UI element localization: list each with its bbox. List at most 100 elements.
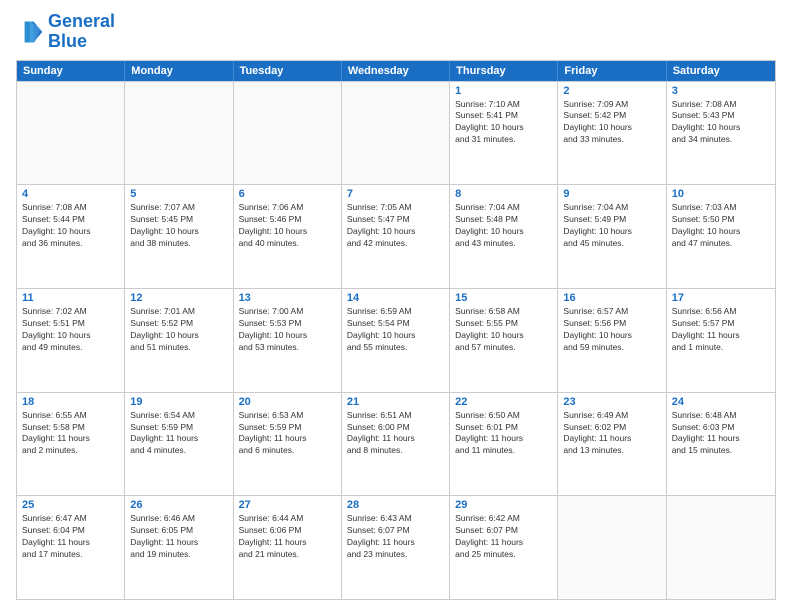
calendar-cell-empty xyxy=(667,496,775,599)
day-number: 28 xyxy=(347,499,444,511)
cell-info: Sunrise: 6:44 AMSunset: 6:06 PMDaylight:… xyxy=(239,513,336,561)
day-number: 3 xyxy=(672,85,770,97)
day-number: 12 xyxy=(130,292,227,304)
weekday-header-thursday: Thursday xyxy=(450,61,558,81)
calendar-cell-empty xyxy=(125,82,233,185)
day-number: 27 xyxy=(239,499,336,511)
day-number: 29 xyxy=(455,499,552,511)
calendar-cell-29: 29Sunrise: 6:42 AMSunset: 6:07 PMDayligh… xyxy=(450,496,558,599)
cell-info: Sunrise: 7:10 AMSunset: 5:41 PMDaylight:… xyxy=(455,99,552,147)
cell-info: Sunrise: 6:49 AMSunset: 6:02 PMDaylight:… xyxy=(563,410,660,458)
calendar-cell-25: 25 Sunrise: 6:47 AMSunset: 6:04 PMDayligh… xyxy=(17,496,125,599)
calendar-cell-5: 5 Sunrise: 7:07 AMSunset: 5:45 PMDaylight… xyxy=(125,185,233,288)
day-number: 10 xyxy=(672,188,770,200)
weekday-header-tuesday: Tuesday xyxy=(234,61,342,81)
day-number: 2 xyxy=(563,85,660,97)
cell-info: Sunrise: 7:09 AMSunset: 5:42 PMDaylight:… xyxy=(563,99,660,147)
calendar-header: SundayMondayTuesdayWednesdayThursdayFrid… xyxy=(17,61,775,81)
logo: General Blue xyxy=(16,12,115,52)
calendar-cell-12: 12 Sunrise: 7:01 AMSunset: 5:52 PMDayligh… xyxy=(125,289,233,392)
day-number: 23 xyxy=(563,396,660,408)
day-number: 14 xyxy=(347,292,444,304)
weekday-header-monday: Monday xyxy=(125,61,233,81)
weekday-header-sunday: Sunday xyxy=(17,61,125,81)
calendar-row-5: 25 Sunrise: 6:47 AMSunset: 6:04 PMDayligh… xyxy=(17,495,775,599)
cell-info: Sunrise: 6:58 AMSunset: 5:55 PMDaylight:… xyxy=(455,306,552,354)
day-number: 21 xyxy=(347,396,444,408)
calendar-cell-20: 20Sunrise: 6:53 AMSunset: 5:59 PMDayligh… xyxy=(234,393,342,496)
calendar-cell-22: 22 Sunrise: 6:50 AMSunset: 6:01 PMDayligh… xyxy=(450,393,558,496)
calendar-cell-10: 10 Sunrise: 7:03 AMSunset: 5:50 PMDayligh… xyxy=(667,185,775,288)
cell-info: Sunrise: 6:46 AMSunset: 6:05 PMDaylight:… xyxy=(130,513,227,561)
day-number: 5 xyxy=(130,188,227,200)
cell-info: Sunrise: 7:08 AMSunset: 5:44 PMDaylight:… xyxy=(22,202,119,250)
calendar-cell-24: 24Sunrise: 6:48 AMSunset: 6:03 PMDayligh… xyxy=(667,393,775,496)
calendar-body: 1 Sunrise: 7:10 AMSunset: 5:41 PMDaylight… xyxy=(17,81,775,599)
day-number: 13 xyxy=(239,292,336,304)
calendar-cell-empty xyxy=(558,496,666,599)
cell-info: Sunrise: 7:03 AMSunset: 5:50 PMDaylight:… xyxy=(672,202,770,250)
weekday-header-friday: Friday xyxy=(558,61,666,81)
page: General Blue SundayMondayTuesdayWednesda… xyxy=(0,0,792,612)
calendar-cell-3: 3Sunrise: 7:08 AMSunset: 5:43 PMDaylight… xyxy=(667,82,775,185)
calendar-cell-empty xyxy=(234,82,342,185)
cell-info: Sunrise: 7:04 AMSunset: 5:48 PMDaylight:… xyxy=(455,202,552,250)
cell-info: Sunrise: 7:00 AMSunset: 5:53 PMDaylight:… xyxy=(239,306,336,354)
day-number: 15 xyxy=(455,292,552,304)
day-number: 26 xyxy=(130,499,227,511)
cell-info: Sunrise: 7:07 AMSunset: 5:45 PMDaylight:… xyxy=(130,202,227,250)
weekday-header-wednesday: Wednesday xyxy=(342,61,450,81)
calendar-row-4: 18 Sunrise: 6:55 AMSunset: 5:58 PMDayligh… xyxy=(17,392,775,496)
logo-text: General Blue xyxy=(48,12,115,52)
cell-info: Sunrise: 6:59 AMSunset: 5:54 PMDaylight:… xyxy=(347,306,444,354)
cell-info: Sunrise: 6:47 AMSunset: 6:04 PMDaylight:… xyxy=(22,513,119,561)
cell-info: Sunrise: 6:57 AMSunset: 5:56 PMDaylight:… xyxy=(563,306,660,354)
cell-info: Sunrise: 7:05 AMSunset: 5:47 PMDaylight:… xyxy=(347,202,444,250)
calendar-cell-empty xyxy=(17,82,125,185)
day-number: 19 xyxy=(130,396,227,408)
cell-info: Sunrise: 7:01 AMSunset: 5:52 PMDaylight:… xyxy=(130,306,227,354)
calendar-cell-empty xyxy=(342,82,450,185)
logo-icon xyxy=(16,18,44,46)
calendar-cell-1: 1 Sunrise: 7:10 AMSunset: 5:41 PMDaylight… xyxy=(450,82,558,185)
cell-info: Sunrise: 6:48 AMSunset: 6:03 PMDaylight:… xyxy=(672,410,770,458)
calendar-row-3: 11Sunrise: 7:02 AMSunset: 5:51 PMDayligh… xyxy=(17,288,775,392)
calendar-row-1: 1 Sunrise: 7:10 AMSunset: 5:41 PMDaylight… xyxy=(17,81,775,185)
day-number: 17 xyxy=(672,292,770,304)
cell-info: Sunrise: 6:56 AMSunset: 5:57 PMDaylight:… xyxy=(672,306,770,354)
day-number: 20 xyxy=(239,396,336,408)
weekday-header-saturday: Saturday xyxy=(667,61,775,81)
calendar-cell-8: 8Sunrise: 7:04 AMSunset: 5:48 PMDaylight… xyxy=(450,185,558,288)
calendar-cell-16: 16 Sunrise: 6:57 AMSunset: 5:56 PMDayligh… xyxy=(558,289,666,392)
day-number: 9 xyxy=(563,188,660,200)
cell-info: Sunrise: 7:06 AMSunset: 5:46 PMDaylight:… xyxy=(239,202,336,250)
day-number: 25 xyxy=(22,499,119,511)
cell-info: Sunrise: 6:50 AMSunset: 6:01 PMDaylight:… xyxy=(455,410,552,458)
cell-info: Sunrise: 6:51 AMSunset: 6:00 PMDaylight:… xyxy=(347,410,444,458)
day-number: 4 xyxy=(22,188,119,200)
calendar: SundayMondayTuesdayWednesdayThursdayFrid… xyxy=(16,60,776,600)
day-number: 1 xyxy=(455,85,552,97)
cell-info: Sunrise: 6:43 AMSunset: 6:07 PMDaylight:… xyxy=(347,513,444,561)
day-number: 11 xyxy=(22,292,119,304)
calendar-cell-27: 27 Sunrise: 6:44 AMSunset: 6:06 PMDayligh… xyxy=(234,496,342,599)
calendar-cell-28: 28 Sunrise: 6:43 AMSunset: 6:07 PMDayligh… xyxy=(342,496,450,599)
day-number: 22 xyxy=(455,396,552,408)
calendar-cell-11: 11Sunrise: 7:02 AMSunset: 5:51 PMDayligh… xyxy=(17,289,125,392)
cell-info: Sunrise: 6:55 AMSunset: 5:58 PMDaylight:… xyxy=(22,410,119,458)
calendar-cell-6: 6 Sunrise: 7:06 AMSunset: 5:46 PMDaylight… xyxy=(234,185,342,288)
day-number: 6 xyxy=(239,188,336,200)
header: General Blue xyxy=(16,12,776,52)
day-number: 7 xyxy=(347,188,444,200)
calendar-cell-19: 19Sunrise: 6:54 AMSunset: 5:59 PMDayligh… xyxy=(125,393,233,496)
calendar-cell-17: 17 Sunrise: 6:56 AMSunset: 5:57 PMDayligh… xyxy=(667,289,775,392)
calendar-cell-9: 9 Sunrise: 7:04 AMSunset: 5:49 PMDaylight… xyxy=(558,185,666,288)
day-number: 16 xyxy=(563,292,660,304)
day-number: 18 xyxy=(22,396,119,408)
cell-info: Sunrise: 7:04 AMSunset: 5:49 PMDaylight:… xyxy=(563,202,660,250)
calendar-cell-15: 15 Sunrise: 6:58 AMSunset: 5:55 PMDayligh… xyxy=(450,289,558,392)
calendar-cell-21: 21 Sunrise: 6:51 AMSunset: 6:00 PMDayligh… xyxy=(342,393,450,496)
calendar-cell-14: 14 Sunrise: 6:59 AMSunset: 5:54 PMDayligh… xyxy=(342,289,450,392)
calendar-cell-13: 13 Sunrise: 7:00 AMSunset: 5:53 PMDayligh… xyxy=(234,289,342,392)
calendar-cell-2: 2 Sunrise: 7:09 AMSunset: 5:42 PMDaylight… xyxy=(558,82,666,185)
